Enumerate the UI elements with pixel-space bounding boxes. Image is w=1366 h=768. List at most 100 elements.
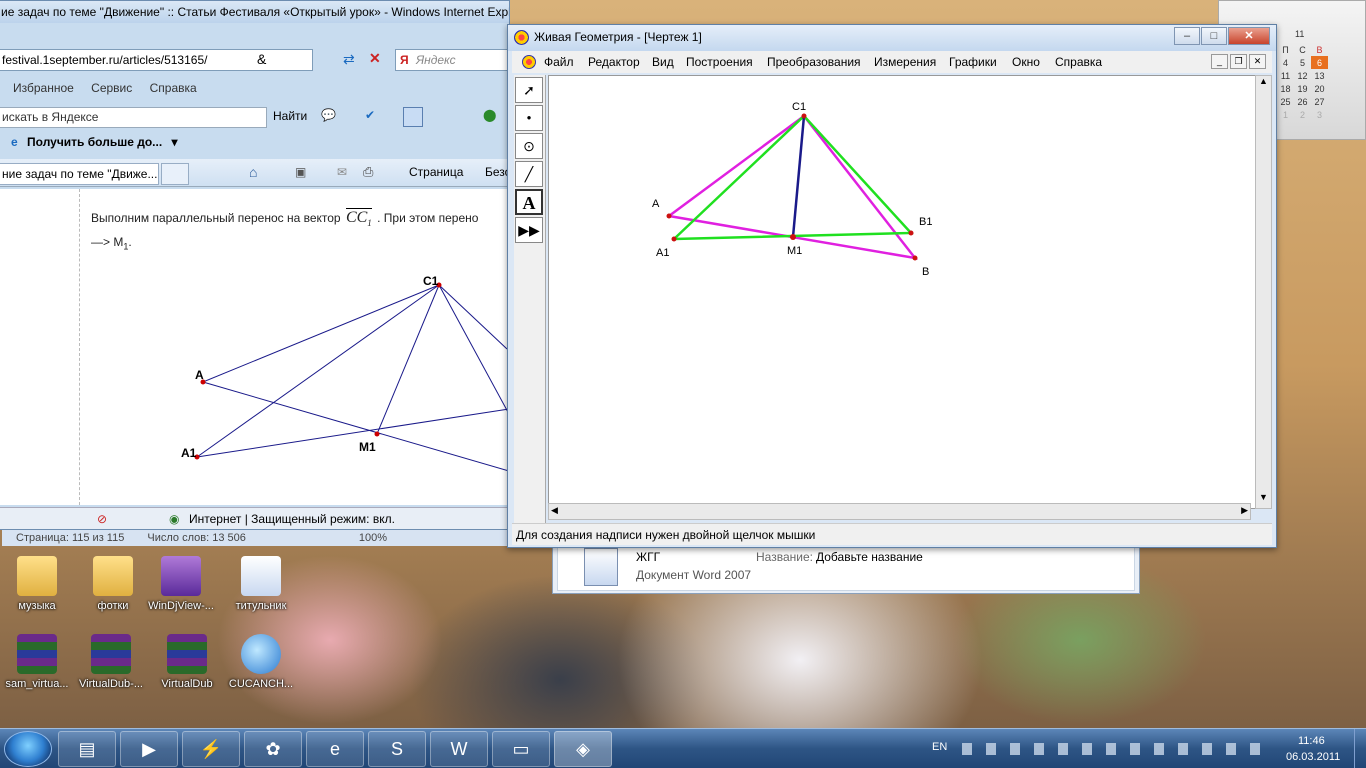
menu-edit[interactable]: Редактор bbox=[588, 55, 640, 69]
find-button[interactable]: Найти bbox=[273, 109, 307, 123]
figure-label-a: A bbox=[195, 368, 204, 382]
word-status-bar: Страница: 115 из 115 Число слов: 13 506 … bbox=[2, 530, 514, 546]
ie-title-bar[interactable]: ие задач по теме "Движение" :: Статьи Фе… bbox=[0, 1, 509, 23]
taskbar-word[interactable]: W bbox=[430, 731, 488, 767]
yandex-toolbar: искать в Яндексе Найти 💬 ✔ ⬤ bbox=[0, 107, 511, 129]
yandex-search-box[interactable]: Я Яндекс bbox=[395, 49, 511, 71]
yandex-search-input[interactable]: искать в Яндексе bbox=[0, 107, 267, 128]
taskbar-explorer[interactable]: ▤ bbox=[58, 731, 116, 767]
yandex-logo-icon: Я bbox=[400, 53, 409, 67]
sketchpad-app-icon bbox=[514, 30, 529, 45]
menu-view[interactable]: Вид bbox=[652, 55, 674, 69]
home-icon[interactable]: ⌂ bbox=[249, 164, 257, 180]
taskbar-sketchpad[interactable]: ◈ bbox=[554, 731, 612, 767]
desktop-icon-virtualdub-archive[interactable]: VirtualDub-... bbox=[74, 634, 148, 690]
ie-menu-bar: Избранное Сервис Справка bbox=[0, 81, 511, 99]
sketch-label-b: B bbox=[922, 266, 929, 278]
clock-time[interactable]: 11:46 bbox=[1298, 735, 1325, 747]
menu-graph[interactable]: Графики bbox=[949, 55, 997, 69]
clock-date[interactable]: 06.03.2011 bbox=[1286, 751, 1340, 763]
tab-article[interactable]: ние задач по теме "Движе... bbox=[0, 163, 159, 185]
close-button[interactable]: ✕ bbox=[1228, 27, 1270, 45]
scroll-left-arrow-icon[interactable]: ◀ bbox=[551, 505, 558, 516]
straightedge-tool-icon[interactable]: ╱ bbox=[515, 161, 543, 187]
geometry-status-bar: Для создания надписи нужен двойной щелчо… bbox=[512, 523, 1272, 545]
stop-icon[interactable]: ✕ bbox=[369, 50, 381, 67]
desktop-icon-sam-virtual[interactable]: sam_virtua... bbox=[0, 634, 74, 690]
ie-window[interactable]: ие задач по теме "Движение" :: Статьи Фе… bbox=[0, 0, 511, 530]
vertical-scrollbar[interactable]: ▲ ▼ bbox=[1255, 75, 1272, 509]
chevron-down-icon[interactable]: ▾ bbox=[172, 135, 178, 149]
geometry-title-bar[interactable]: Живая Геометрия - [Чертеж 1] – □ ✕ bbox=[508, 25, 1276, 51]
desktop-icon-windjview[interactable]: WinDjView-... bbox=[144, 556, 218, 612]
text-tool-icon[interactable]: A bbox=[515, 189, 543, 215]
minimize-button[interactable]: – bbox=[1174, 27, 1200, 45]
figure-line-a-b bbox=[202, 381, 509, 472]
menu-favorites[interactable]: Избранное bbox=[13, 81, 74, 95]
menu-window[interactable]: Окно bbox=[1012, 55, 1040, 69]
scroll-up-arrow-icon[interactable]: ▲ bbox=[1256, 76, 1271, 92]
word-zoom[interactable]: 100% bbox=[359, 532, 387, 544]
show-desktop-button[interactable] bbox=[1354, 729, 1366, 768]
refresh-icon[interactable]: ⇄ bbox=[343, 51, 355, 68]
settings-icon[interactable]: ⬤ bbox=[483, 108, 496, 122]
translate-icon[interactable] bbox=[403, 107, 423, 127]
taskbar-scanner[interactable]: ▭ bbox=[492, 731, 550, 767]
menu-transform[interactable]: Преобразования bbox=[767, 55, 861, 69]
compass-tool-icon[interactable]: ⊙ bbox=[515, 133, 543, 159]
menu-tools[interactable]: Сервис bbox=[91, 81, 132, 95]
new-tab-button[interactable] bbox=[161, 163, 189, 185]
menu-construct[interactable]: Построения bbox=[686, 55, 753, 69]
menu-help[interactable]: Справка bbox=[150, 81, 197, 95]
compat-view-icon[interactable]: & bbox=[257, 51, 266, 67]
desktop-icon-title-doc[interactable]: титульник bbox=[224, 556, 298, 612]
scroll-down-arrow-icon[interactable]: ▼ bbox=[1256, 492, 1271, 508]
ie-page-content[interactable]: Выполним параллельный перенос на вектор … bbox=[0, 189, 509, 505]
start-button[interactable] bbox=[4, 731, 52, 767]
taskbar-internet-explorer[interactable]: e bbox=[306, 731, 364, 767]
sketchpad-icon: ◈ bbox=[576, 739, 590, 759]
custom-tool-icon[interactable]: ▶▶ bbox=[515, 217, 543, 243]
sketch-point-c1 bbox=[801, 113, 807, 119]
doc-close-button[interactable]: ✕ bbox=[1249, 54, 1266, 69]
menu-file[interactable]: Файл bbox=[544, 55, 574, 69]
point-tool-icon[interactable]: ● bbox=[515, 105, 543, 131]
rss-icon[interactable]: ▣ bbox=[295, 165, 306, 179]
security-zone-status[interactable]: Интернет | Защищенный режим: вкл. bbox=[189, 508, 395, 530]
desktop-icon-virtualdub[interactable]: VirtualDub bbox=[150, 634, 224, 690]
doc-title-value[interactable]: Добавьте название bbox=[816, 550, 923, 564]
popup-blocker-icon[interactable]: ⊘ bbox=[97, 508, 107, 530]
language-indicator[interactable]: EN bbox=[932, 741, 947, 753]
taskbar-plant-app[interactable]: ✿ bbox=[244, 731, 302, 767]
comment-icon[interactable]: 💬 bbox=[321, 108, 336, 122]
menu-measure[interactable]: Измерения bbox=[874, 55, 936, 69]
menu-help[interactable]: Справка bbox=[1055, 55, 1102, 69]
desktop-icon-photos[interactable]: фотки bbox=[76, 556, 150, 612]
calendar-grid: П С В 456 11 12 13 18 19 20 25 26 27 123 bbox=[1277, 43, 1328, 121]
word-doc-icon bbox=[241, 556, 281, 596]
mail-icon[interactable]: ✉ bbox=[337, 165, 347, 179]
taskbar-media-player[interactable]: ▶ bbox=[120, 731, 178, 767]
horizontal-scrollbar[interactable]: ◀ ▶ bbox=[548, 503, 1251, 520]
geometry-window[interactable]: Живая Геометрия - [Чертеж 1] – □ ✕ Файл … bbox=[507, 24, 1277, 548]
get-more-addons-link[interactable]: Получить больше до... bbox=[27, 135, 162, 149]
sketch-canvas[interactable]: C1 A A1 M1 B1 B bbox=[548, 75, 1268, 509]
page-menu[interactable]: Страница bbox=[409, 165, 463, 179]
desktop-icon-cucanch[interactable]: CUCANCH... bbox=[224, 634, 298, 690]
print-icon[interactable]: ⎙ bbox=[363, 164, 373, 180]
doc-restore-button[interactable]: ❐ bbox=[1230, 54, 1247, 69]
sketch-point-m1 bbox=[790, 234, 796, 240]
maximize-button[interactable]: □ bbox=[1201, 27, 1227, 45]
taskbar-winamp[interactable]: ⚡ bbox=[182, 731, 240, 767]
sketch-point-a bbox=[666, 213, 672, 219]
doc-minimize-button[interactable]: _ bbox=[1211, 54, 1228, 69]
tray-icons[interactable] bbox=[962, 743, 1272, 755]
arrow-tool-icon[interactable]: ➚ bbox=[515, 77, 543, 103]
scroll-right-arrow-icon[interactable]: ▶ bbox=[1241, 505, 1248, 516]
article-figure: C1 A A1 M1 bbox=[181, 274, 509, 472]
document-icon[interactable] bbox=[522, 55, 536, 69]
taskbar-skype[interactable]: S bbox=[368, 731, 426, 767]
spellcheck-icon[interactable]: ✔ bbox=[365, 108, 375, 122]
desktop-icon-music[interactable]: музыка bbox=[0, 556, 74, 612]
figure-line-c1-b-far bbox=[438, 284, 508, 350]
